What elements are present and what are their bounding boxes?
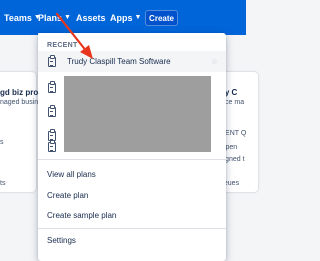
recent-section-label: RECENT bbox=[47, 42, 78, 49]
chevron-down-icon: ▼ bbox=[134, 14, 142, 21]
background-project-card-left[interactable]: gd biz proje naged business s ts bbox=[0, 72, 49, 192]
recent-plan-item[interactable]: Trudy Claspill Team Software ☆ bbox=[38, 51, 226, 72]
recent-plan-label: Trudy Claspill Team Software bbox=[67, 57, 171, 66]
top-navigation: Teams ▼ Plans ▼ Assets Apps ▼ Create bbox=[0, 0, 246, 35]
card-text: s bbox=[0, 139, 4, 146]
clipboard-icon bbox=[48, 80, 56, 93]
redacted-block bbox=[64, 76, 211, 152]
nav-teams[interactable]: Teams ▼ bbox=[4, 0, 41, 35]
nav-assets-label: Assets bbox=[76, 12, 106, 23]
settings-item[interactable]: Settings bbox=[47, 236, 76, 245]
menu-divider bbox=[38, 228, 226, 229]
create-button[interactable]: Create bbox=[145, 10, 178, 26]
nav-plans-label: Plans bbox=[38, 12, 63, 23]
view-all-plans-item[interactable]: View all plans bbox=[47, 170, 96, 179]
nav-apps-label: Apps bbox=[110, 12, 133, 23]
star-icon[interactable]: ☆ bbox=[211, 57, 218, 66]
nav-plans[interactable]: Plans ▼ bbox=[38, 0, 71, 35]
create-plan-item[interactable]: Create plan bbox=[47, 191, 88, 200]
nav-assets[interactable]: Assets bbox=[76, 0, 106, 35]
menu-divider bbox=[38, 159, 226, 160]
clipboard-icon bbox=[48, 54, 56, 67]
clipboard-icon bbox=[48, 104, 56, 117]
nav-teams-label: Teams bbox=[4, 12, 32, 23]
nav-apps[interactable]: Apps ▼ bbox=[110, 0, 141, 35]
create-sample-plan-item[interactable]: Create sample plan bbox=[47, 211, 116, 220]
card-text: ts bbox=[0, 180, 6, 187]
clipboard-icon bbox=[48, 139, 56, 152]
chevron-down-icon: ▼ bbox=[64, 14, 71, 21]
